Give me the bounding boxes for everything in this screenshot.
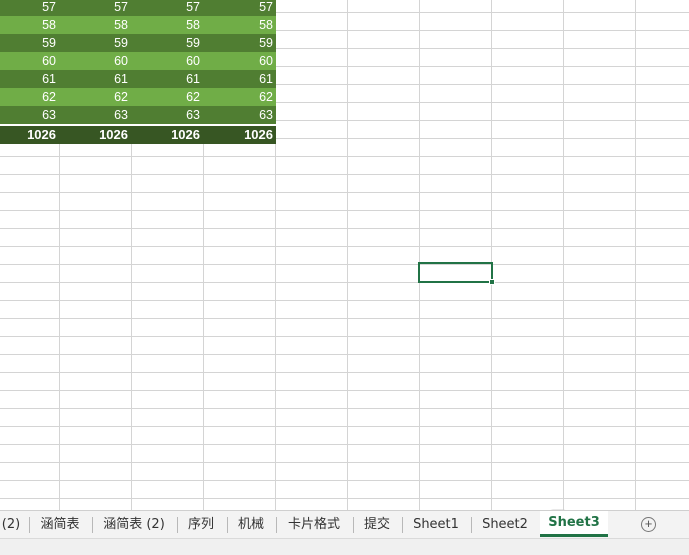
spreadsheet-grid[interactable]: 57 57 57 57 58 58 58 58 59 59 59 59 60 6… <box>0 0 689 510</box>
watermark-logo <box>550 509 566 510</box>
table-row: 60 60 60 60 <box>0 52 276 70</box>
row-divider <box>0 174 689 175</box>
table-total-row: 1026 1026 1026 1026 <box>0 124 276 144</box>
table-cell[interactable]: 59 <box>203 34 276 52</box>
row-divider <box>0 282 689 283</box>
table-cell[interactable]: 58 <box>203 16 276 34</box>
tab-separator <box>402 517 403 533</box>
table-row: 62 62 62 62 <box>0 88 276 106</box>
table-cell[interactable]: 63 <box>59 106 131 124</box>
table-cell[interactable]: 61 <box>131 70 203 88</box>
row-divider <box>0 318 689 319</box>
formatted-data-table: 57 57 57 57 58 58 58 58 59 59 59 59 60 6… <box>0 0 276 144</box>
table-cell[interactable]: 57 <box>131 0 203 16</box>
row-divider <box>0 372 689 373</box>
total-cell[interactable]: 1026 <box>131 126 203 144</box>
tab-separator <box>227 517 228 533</box>
row-divider <box>0 300 689 301</box>
status-bar <box>0 538 689 555</box>
row-divider <box>0 390 689 391</box>
table-cell[interactable]: 58 <box>131 16 203 34</box>
table-cell[interactable]: 59 <box>59 34 131 52</box>
row-divider <box>0 228 689 229</box>
row-divider <box>0 444 689 445</box>
row-divider <box>0 210 689 211</box>
table-cell[interactable]: 61 <box>203 70 276 88</box>
table-cell[interactable]: 57 <box>0 0 59 16</box>
row-divider <box>0 408 689 409</box>
tab-separator <box>177 517 178 533</box>
table-cell[interactable]: 62 <box>0 88 59 106</box>
row-divider <box>0 426 689 427</box>
tab-sheet-partial-2[interactable]: (2) <box>0 514 22 536</box>
table-cell[interactable]: 58 <box>0 16 59 34</box>
tab-separator <box>471 517 472 533</box>
row-divider <box>0 156 689 157</box>
table-cell[interactable]: 61 <box>0 70 59 88</box>
table-cell[interactable]: 59 <box>0 34 59 52</box>
tab-kapian-geshi[interactable]: 卡片格式 <box>279 514 349 536</box>
table-cell[interactable]: 63 <box>0 106 59 124</box>
table-cell[interactable]: 61 <box>59 70 131 88</box>
table-row: 57 57 57 57 <box>0 0 276 16</box>
table-cell[interactable]: 58 <box>59 16 131 34</box>
table-row: 59 59 59 59 <box>0 34 276 52</box>
tab-separator <box>29 517 30 533</box>
table-cell[interactable]: 63 <box>131 106 203 124</box>
table-cell[interactable]: 60 <box>59 52 131 70</box>
table-cell[interactable]: 62 <box>59 88 131 106</box>
column-divider <box>347 0 348 510</box>
plus-circle-icon: + <box>644 516 653 531</box>
row-divider <box>0 462 689 463</box>
total-cell[interactable]: 1026 <box>203 126 276 144</box>
total-cell[interactable]: 1026 <box>0 126 59 144</box>
column-divider <box>563 0 564 510</box>
row-divider <box>0 480 689 481</box>
table-cell[interactable]: 62 <box>203 88 276 106</box>
table-row: 61 61 61 61 <box>0 70 276 88</box>
row-divider <box>0 192 689 193</box>
table-cell[interactable]: 59 <box>131 34 203 52</box>
fill-handle[interactable] <box>489 279 495 285</box>
table-cell[interactable]: 57 <box>59 0 131 16</box>
table-cell[interactable]: 57 <box>203 0 276 16</box>
tab-hanjianbiao-2[interactable]: 涵简表 (2) <box>95 514 173 536</box>
column-divider <box>419 0 420 510</box>
tab-sheet1[interactable]: Sheet1 <box>405 514 467 536</box>
total-cell[interactable]: 1026 <box>59 126 131 144</box>
table-row: 63 63 63 63 <box>0 106 276 124</box>
tab-separator <box>353 517 354 533</box>
tab-separator <box>276 517 277 533</box>
sheet-tab-bar: (2) 涵简表 涵简表 (2) 序列 机械 卡片格式 提交 Sheet1 She… <box>0 510 689 538</box>
table-cell[interactable]: 62 <box>131 88 203 106</box>
table-cell[interactable]: 60 <box>203 52 276 70</box>
tab-separator <box>92 517 93 533</box>
tab-xulie[interactable]: 序列 <box>180 514 222 536</box>
row-divider <box>0 336 689 337</box>
tab-sheet2[interactable]: Sheet2 <box>474 514 536 536</box>
row-divider <box>0 246 689 247</box>
add-sheet-button[interactable]: + <box>641 517 656 532</box>
row-divider <box>0 354 689 355</box>
row-divider <box>0 264 689 265</box>
table-cell[interactable]: 63 <box>203 106 276 124</box>
tab-hanjianbiao[interactable]: 涵简表 <box>32 514 88 536</box>
active-cell-selection[interactable] <box>418 262 493 283</box>
table-row: 58 58 58 58 <box>0 16 276 34</box>
column-divider <box>491 0 492 510</box>
column-divider <box>635 0 636 510</box>
table-cell[interactable]: 60 <box>0 52 59 70</box>
tab-jixie[interactable]: 机械 <box>230 514 272 536</box>
tab-tijiao[interactable]: 提交 <box>356 514 398 536</box>
table-cell[interactable]: 60 <box>131 52 203 70</box>
tab-sheet3[interactable]: Sheet3 <box>540 511 608 537</box>
